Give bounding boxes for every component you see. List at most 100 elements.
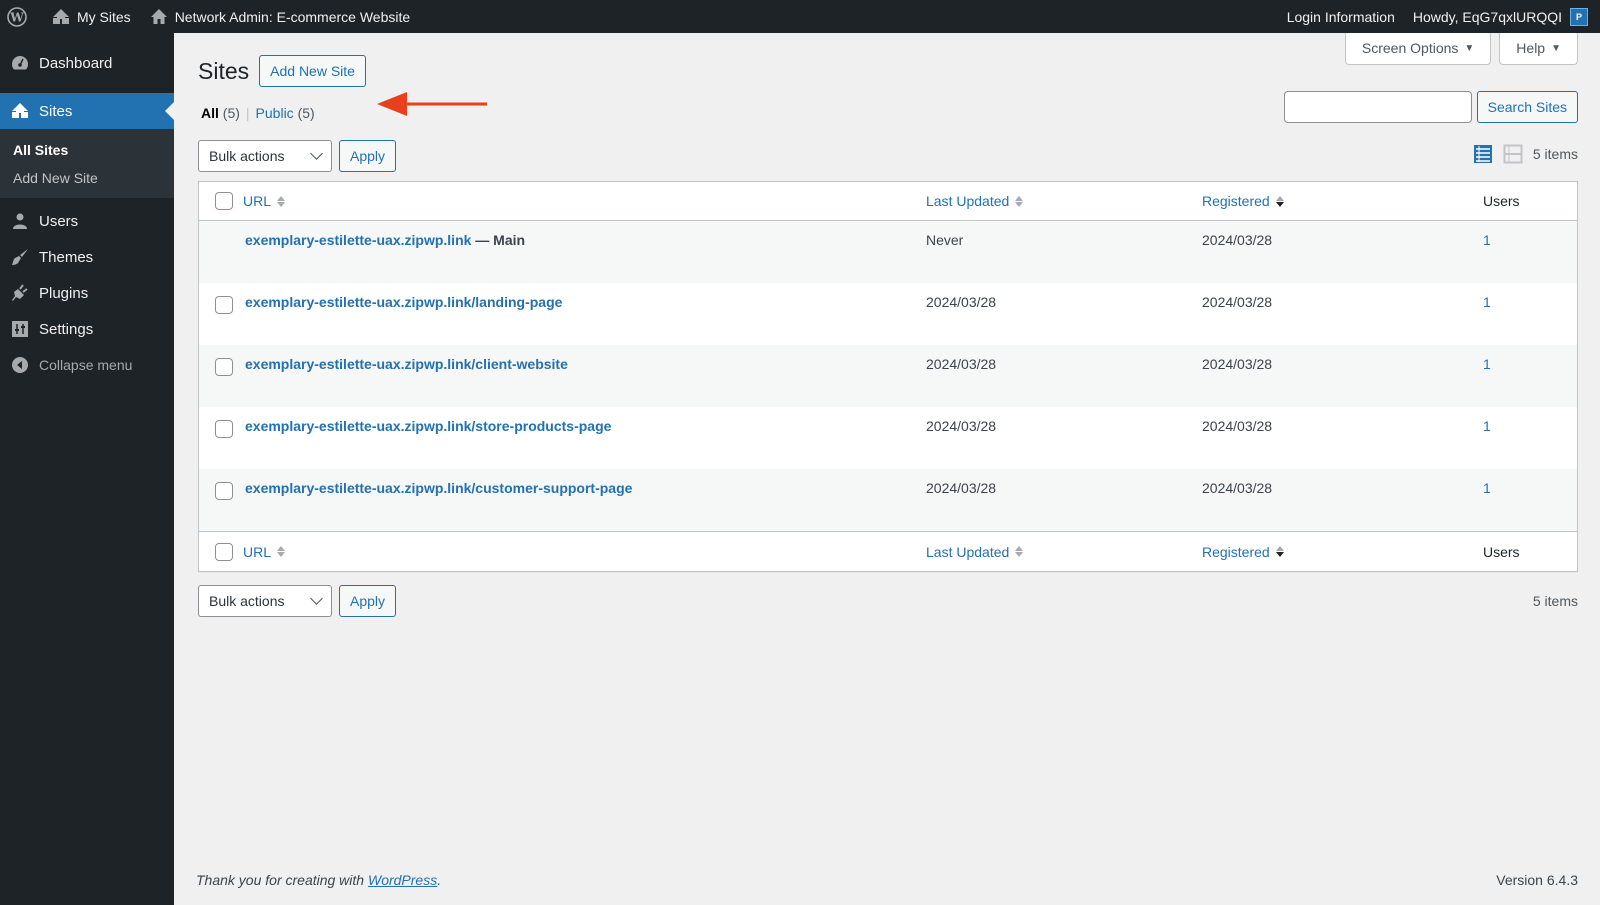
column-last-updated-label: Last Updated (926, 193, 1010, 209)
svg-text:W: W (9, 10, 24, 24)
settings-sliders-icon (10, 319, 30, 339)
sidebar-item-label: Themes (39, 248, 94, 266)
site-url-link[interactable]: exemplary-estilette-uax.zipwp.link/landi… (245, 294, 562, 310)
screen-options-button[interactable]: Screen Options ▼ (1344, 33, 1492, 65)
screen-options-label: Screen Options (1361, 40, 1459, 56)
users-count-link[interactable]: 1 (1483, 356, 1491, 372)
row-checkbox[interactable] (214, 296, 233, 314)
sidebar-item-plugins[interactable]: Plugins (0, 275, 174, 311)
row-checkbox[interactable] (214, 420, 233, 438)
bulk-actions-select-bottom[interactable]: Bulk actions (198, 585, 332, 617)
howdy-label: Howdy, EqG7qxlURQQI (1412, 8, 1562, 25)
sidebar-item-sites[interactable]: Sites (0, 93, 174, 129)
site-url-link[interactable]: exemplary-estilette-uax.zipwp.link/custo… (245, 480, 632, 496)
sites-table: URL Last Updated Registered Users exempl… (198, 181, 1578, 572)
sort-by-url[interactable]: URL (243, 193, 286, 209)
last-updated-value: Never (926, 232, 964, 248)
sort-by-url[interactable]: URL (243, 543, 286, 560)
column-url-label: URL (243, 543, 272, 560)
table-row: exemplary-estilette-uax.zipwp.link — Mai… (199, 221, 1577, 283)
users-count-link[interactable]: 1 (1483, 294, 1491, 310)
sites-submenu: All Sites Add New Site (0, 129, 174, 198)
list-view-icon[interactable] (1473, 144, 1493, 164)
my-account-menu[interactable]: Howdy, EqG7qxlURQQI P (1404, 0, 1600, 33)
login-information-label: Login Information (1286, 8, 1395, 25)
admin-sidebar: Dashboard Sites All Sites Add New Site U… (0, 33, 174, 905)
wordpress-logo-menu[interactable]: W (0, 0, 42, 33)
view-public-link[interactable]: Public (5) (256, 105, 315, 121)
column-users-label: Users (1483, 543, 1520, 560)
multisite-icon (51, 7, 71, 27)
bulk-actions-select[interactable]: Bulk actions (198, 140, 332, 172)
sidebar-item-label: Plugins (39, 284, 89, 302)
main-content: Screen Options ▼ Help ▼ Sites Add New Si… (174, 33, 1600, 905)
site-url-link[interactable]: exemplary-estilette-uax.zipwp.link (245, 232, 471, 248)
users-count-link[interactable]: 1 (1483, 480, 1491, 496)
excerpt-view-icon[interactable] (1503, 144, 1523, 164)
submenu-all-sites[interactable]: All Sites (0, 136, 174, 164)
my-sites-label: My Sites (77, 8, 131, 25)
site-url-link[interactable]: exemplary-estilette-uax.zipwp.link/clien… (245, 356, 568, 372)
sort-by-registered[interactable]: Registered (1202, 193, 1284, 209)
items-count: 5 items (1532, 593, 1578, 609)
plugin-icon (10, 283, 30, 303)
sort-arrows-icon (1015, 546, 1024, 557)
tablenav-bottom: Bulk actions Apply (198, 585, 397, 617)
users-count-link[interactable]: 1 (1483, 232, 1491, 248)
table-row: exemplary-estilette-uax.zipwp.link/clien… (199, 345, 1577, 407)
row-checkbox[interactable] (214, 358, 233, 376)
search-sites-input[interactable] (1283, 91, 1472, 123)
network-admin-menu[interactable]: Network Admin: E-commerce Website (140, 0, 419, 33)
column-url-label: URL (243, 193, 272, 209)
sort-by-registered[interactable]: Registered (1202, 544, 1284, 560)
site-url-link[interactable]: exemplary-estilette-uax.zipwp.link/store… (245, 418, 611, 434)
footer-thankyou: Thank you for creating with WordPress. (196, 872, 441, 888)
items-count: 5 items (1532, 146, 1578, 162)
footer-version: Version 6.4.3 (1496, 872, 1578, 888)
registered-value: 2024/03/28 (1202, 418, 1273, 434)
view-all-link[interactable]: All (5) (201, 105, 240, 121)
view-public-label: Public (255, 105, 294, 121)
tablenav-top: Bulk actions Apply (198, 140, 397, 172)
sidebar-item-label: Settings (39, 320, 94, 338)
sort-arrows-icon (1275, 546, 1284, 557)
apply-button-bottom[interactable]: Apply (339, 585, 397, 617)
paintbrush-icon (10, 247, 30, 267)
multisite-icon (10, 101, 30, 121)
login-information-link[interactable]: Login Information (1278, 0, 1404, 33)
main-site-label: — Main (475, 232, 526, 248)
sidebar-item-label: Sites (39, 102, 73, 120)
apply-button[interactable]: Apply (339, 140, 397, 172)
avatar: P (1570, 7, 1588, 26)
row-checkbox[interactable] (214, 482, 233, 500)
sort-by-last-updated[interactable]: Last Updated (926, 193, 1024, 209)
last-updated-value: 2024/03/28 (926, 480, 997, 496)
submenu-add-new-site[interactable]: Add New Site (0, 164, 174, 192)
add-new-site-button[interactable]: Add New Site (259, 55, 366, 87)
bulk-actions-value: Bulk actions (209, 148, 285, 164)
sidebar-item-themes[interactable]: Themes (0, 239, 174, 275)
registered-value: 2024/03/28 (1202, 232, 1273, 248)
table-header: URL Last Updated Registered Users (199, 182, 1577, 221)
column-last-updated-label: Last Updated (926, 543, 1010, 560)
collapse-menu-button[interactable]: Collapse menu (0, 347, 174, 383)
sidebar-item-settings[interactable]: Settings (0, 311, 174, 347)
users-count-link[interactable]: 1 (1483, 418, 1491, 434)
my-sites-menu[interactable]: My Sites (42, 0, 140, 33)
wordpress-link[interactable]: WordPress (368, 872, 437, 888)
sort-by-last-updated[interactable]: Last Updated (926, 543, 1024, 560)
registered-value: 2024/03/28 (1202, 294, 1273, 310)
help-label: Help (1516, 40, 1546, 56)
view-all-count: (5) (222, 105, 240, 121)
home-icon (149, 7, 169, 27)
sort-arrows-icon (1275, 195, 1284, 207)
sidebar-item-users[interactable]: Users (0, 203, 174, 239)
sort-arrows-icon (1015, 195, 1024, 207)
select-all-checkbox-bottom[interactable] (214, 542, 233, 561)
column-users-label: Users (1483, 193, 1520, 209)
select-all-checkbox[interactable] (214, 192, 233, 210)
registered-value: 2024/03/28 (1202, 356, 1273, 372)
help-button[interactable]: Help ▼ (1499, 33, 1578, 65)
sidebar-item-dashboard[interactable]: Dashboard (0, 45, 174, 81)
search-sites-button[interactable]: Search Sites (1476, 91, 1578, 123)
